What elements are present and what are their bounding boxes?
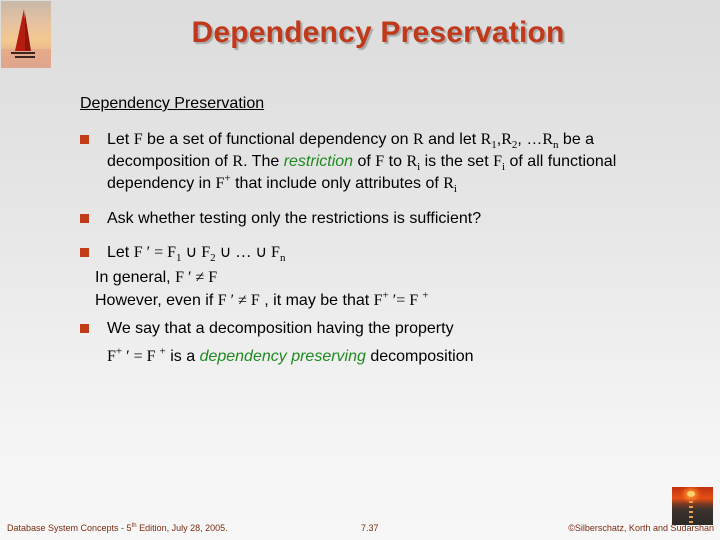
slide-title: Dependency Preservation <box>191 16 565 49</box>
bullet-restriction-definition: Let F be a set of functional dependency … <box>80 129 680 195</box>
footer-page-number: 7.37 <box>361 523 379 533</box>
footer-book-edition: Database System Concepts - 5th Edition, … <box>7 523 228 533</box>
restriction-term: restriction <box>283 153 354 170</box>
bullet-dependency-preserving: We say that a decomposition having the p… <box>80 318 680 340</box>
bullet-square-icon <box>80 248 89 257</box>
bullet-square-icon <box>80 135 89 144</box>
in-general-line: In general, F ′ ≠ F <box>95 269 218 286</box>
bullet-square-icon <box>80 324 89 333</box>
bullet-testing-question: Ask whether testing only the restriction… <box>80 208 680 230</box>
bullet-square-icon <box>80 214 89 223</box>
however-line: However, even if F ′ ≠ F , it may be tha… <box>95 289 429 309</box>
subheading: Dependency Preservation <box>80 95 265 112</box>
footer-copyright: ©Silberschatz, Korth and Sudarshan <box>568 523 714 533</box>
sunset-image <box>672 487 713 525</box>
dependency-preserving-term: dependency preserving <box>199 348 366 365</box>
dependency-preserving-definition: F+ ′ = F + is a dependency preserving de… <box>107 345 474 365</box>
slide-content: Dependency Preservation Let F be a set o… <box>80 95 680 368</box>
sun-icon <box>687 491 695 497</box>
bullet-union-of-restrictions: Let F ′ = F1 ∪ F2 ∪ … ∪ Fn <box>80 242 680 264</box>
